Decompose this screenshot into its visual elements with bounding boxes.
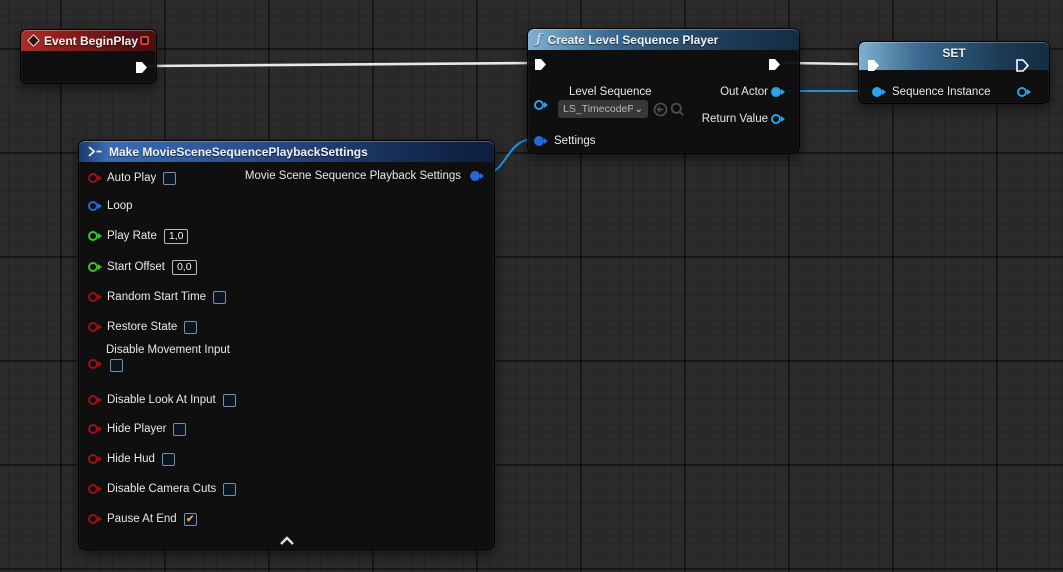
blueprint-graph-canvas[interactable]: Event BeginPlay ƒ Create Level Sequence … — [0, 0, 1063, 572]
make-settings-title: Make MovieSceneSequencePlaybackSettings — [109, 145, 368, 159]
settings-pin[interactable] — [534, 136, 544, 146]
create-player-title: Create Level Sequence Player — [548, 33, 719, 47]
disable_movement_input-label: Disable Movement Input — [106, 344, 486, 356]
delegate-pin[interactable] — [140, 36, 149, 45]
auto_play-pin[interactable] — [88, 173, 98, 183]
set-output-pin[interactable] — [1017, 87, 1027, 97]
hide_hud-pin[interactable] — [88, 454, 98, 464]
disable_look_at_input-label: Disable Look At Input — [107, 394, 216, 406]
pause_at_end-label: Pause At End — [107, 513, 177, 525]
random_start_time-pin[interactable] — [88, 292, 98, 302]
asset-dropdown-value: LS_TimecodePro — [563, 103, 633, 115]
random_start_time-checkbox[interactable] — [213, 291, 226, 304]
restore_state-pin[interactable] — [88, 322, 98, 332]
start_offset-input[interactable]: 0,0 — [172, 260, 197, 275]
restore_state-checkbox[interactable] — [184, 321, 197, 334]
exec-wire-beginplay-to-create[interactable] — [147, 63, 534, 66]
exec-out-pin-beginplay[interactable] — [135, 61, 148, 74]
event-icon — [27, 34, 40, 47]
auto_play-checkbox[interactable] — [163, 172, 176, 185]
disable_camera_cuts-label: Disable Camera Cuts — [107, 483, 216, 495]
pin-row-random_start_time: Random Start Time — [87, 283, 486, 311]
event-beginplay-header[interactable]: Event BeginPlay — [21, 30, 156, 51]
out-actor-pin-label: Out Actor — [720, 85, 768, 99]
pause_at_end-checkbox[interactable]: ✔ — [184, 513, 197, 526]
browse-asset-search-icon[interactable] — [670, 102, 685, 117]
chevron-down-icon: ⌄ — [635, 104, 643, 115]
pin-row-disable_look_at_input: Disable Look At Input — [87, 386, 486, 414]
hide_player-label: Hide Player — [107, 423, 166, 435]
disable_movement_input-pin[interactable] — [88, 359, 98, 369]
disable_look_at_input-pin[interactable] — [88, 395, 98, 405]
exec-out-pin-set[interactable] — [1016, 59, 1029, 72]
set-title: SET — [859, 46, 1049, 60]
node-create-level-sequence-player[interactable]: ƒ Create Level Sequence Player Level Seq… — [527, 28, 800, 154]
make-struct-icon — [87, 146, 103, 157]
exec-in-pin-create[interactable] — [534, 58, 547, 71]
disable_camera_cuts-checkbox[interactable] — [223, 483, 236, 496]
restore_state-label: Restore State — [107, 321, 177, 333]
start_offset-label: Start Offset — [107, 261, 165, 273]
loop-pin[interactable] — [88, 201, 98, 211]
pin-row-disable_movement_input: Disable Movement Input — [87, 344, 486, 386]
pin-row-loop: Loop — [87, 192, 486, 220]
pin-row-play_rate: Play Rate 1,0 — [87, 222, 486, 250]
disable_look_at_input-checkbox[interactable] — [223, 394, 236, 407]
pause_at_end-pin[interactable] — [88, 514, 98, 524]
hide_hud-checkbox[interactable] — [162, 453, 175, 466]
hide_player-checkbox[interactable] — [173, 423, 186, 436]
node-set-sequence-instance[interactable]: SET Sequence Instance — [858, 41, 1050, 104]
sequence-instance-pin[interactable] — [872, 87, 882, 97]
out-actor-pin[interactable] — [771, 87, 781, 97]
pin-row-hide_hud: Hide Hud — [87, 445, 486, 473]
pin-row-start_offset: Start Offset 0,0 — [87, 253, 486, 281]
make-settings-header[interactable]: Make MovieSceneSequencePlaybackSettings — [79, 141, 494, 162]
settings-pin-label: Settings — [554, 134, 596, 148]
use-selected-asset-icon[interactable] — [653, 102, 668, 117]
loop-label: Loop — [107, 200, 133, 212]
level-sequence-asset-dropdown[interactable]: LS_TimecodePro ⌄ — [558, 100, 648, 118]
level-sequence-pin-label: Level Sequence — [569, 85, 651, 99]
exec-out-pin-create[interactable] — [768, 58, 781, 71]
node-make-playback-settings[interactable]: Make MovieSceneSequencePlaybackSettings … — [78, 140, 495, 550]
node-event-beginplay[interactable]: Event BeginPlay — [20, 29, 157, 84]
disable_movement_input-checkbox[interactable] — [110, 359, 123, 372]
function-icon: ƒ — [536, 32, 542, 47]
random_start_time-label: Random Start Time — [107, 291, 206, 303]
start_offset-pin[interactable] — [88, 262, 98, 272]
pin-row-pause_at_end: Pause At End ✔ — [87, 505, 486, 533]
sequence-instance-pin-label: Sequence Instance — [892, 85, 990, 99]
play_rate-input[interactable]: 1,0 — [164, 229, 189, 244]
hide_hud-label: Hide Hud — [107, 453, 155, 465]
auto_play-label: Auto Play — [107, 172, 156, 184]
collapse-node-chevron-icon[interactable] — [279, 533, 295, 543]
play_rate-label: Play Rate — [107, 230, 157, 242]
pin-row-hide_player: Hide Player — [87, 415, 486, 443]
return-value-pin[interactable] — [771, 114, 781, 124]
create-player-header[interactable]: ƒ Create Level Sequence Player — [528, 29, 799, 50]
event-beginplay-title: Event BeginPlay — [44, 34, 138, 48]
return-value-pin-label: Return Value — [702, 112, 768, 126]
hide_player-pin[interactable] — [88, 424, 98, 434]
pin-row-auto_play: Auto Play — [87, 164, 486, 192]
play_rate-pin[interactable] — [88, 231, 98, 241]
pin-row-restore_state: Restore State — [87, 313, 486, 341]
exec-in-pin-set[interactable] — [867, 59, 880, 72]
disable_camera_cuts-pin[interactable] — [88, 484, 98, 494]
level-sequence-pin[interactable] — [534, 100, 544, 110]
pin-row-disable_camera_cuts: Disable Camera Cuts — [87, 475, 486, 503]
